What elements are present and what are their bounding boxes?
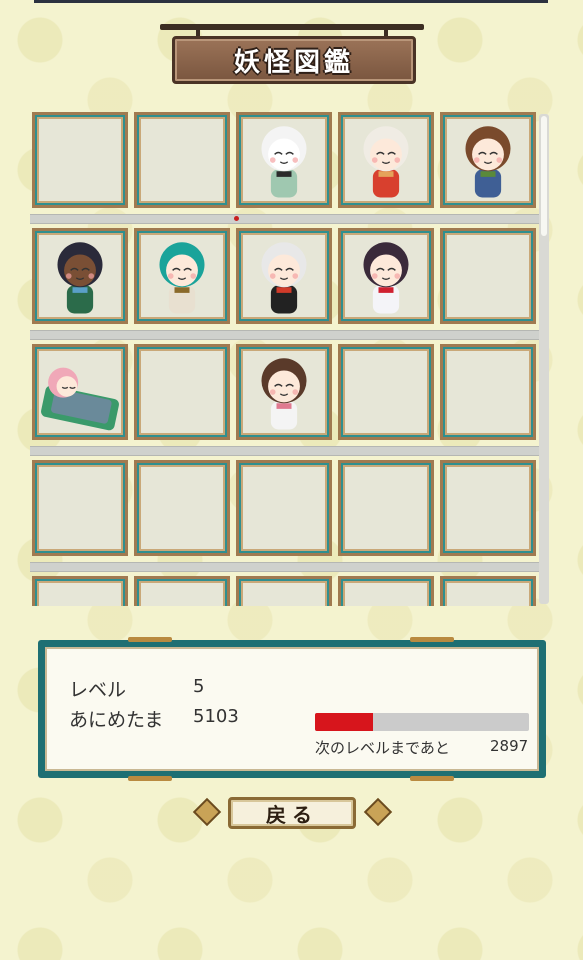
back-button-label: 戻る [266,802,318,827]
panel-ornament [410,776,454,781]
shelf-divider [30,330,540,340]
mouse-ear-yokai-portrait [261,358,307,430]
level-label: レベル [69,679,127,701]
collection-row [30,112,540,216]
status-panel: レベル 5 あにめたま 5103 次のレベルまであと 2897 [38,637,546,781]
oni-yokai-portrait [261,242,307,314]
nurse-yokai-portrait [363,242,409,314]
yokai-slot-tanuki-yokai[interactable] [440,112,536,208]
sleeping-yokai-portrait [41,367,119,431]
diamond-ornament-icon [363,797,393,827]
level-progress-fill [315,713,373,731]
collection-row [30,344,540,448]
empty-slot [134,460,230,556]
new-indicator-dot [234,216,239,221]
top-strip [34,0,548,3]
yokai-collection-grid[interactable] [30,110,542,606]
page-title: 妖怪図鑑 [233,47,354,78]
collection-row [30,228,540,332]
shelf-divider [30,214,540,224]
empty-slot [440,460,536,556]
back-button[interactable]: 戻る [228,797,356,829]
empty-slot [134,112,230,208]
shelf-divider [30,446,540,456]
empty-slot [338,344,434,440]
panel-ornament [128,637,172,642]
level-progress-bar [315,713,529,731]
empty-slot [440,344,536,440]
currency-label: あにめたま [69,709,164,731]
yokai-slot-kappa-yokai[interactable] [32,228,128,324]
empty-slot [440,576,536,606]
yokai-slot-sleeping-yokai[interactable] [32,344,128,440]
empty-slot [32,576,128,606]
empty-slot [32,460,128,556]
fox-yokai-portrait [363,126,409,198]
scrollbar-thumb[interactable] [541,116,547,236]
next-level-label: 次のレベルまであと [315,739,450,757]
kappa-yokai-portrait [57,242,103,314]
next-level-value: 2897 [490,737,529,755]
empty-slot [134,344,230,440]
empty-slot [236,460,332,556]
yokai-slot-fox-yokai[interactable] [338,112,434,208]
yokai-slot-mouse-ear-yokai[interactable] [236,344,332,440]
yokai-slot-nurse-yokai[interactable] [338,228,434,324]
empty-slot [32,112,128,208]
shelf-divider [30,562,540,572]
empty-slot [134,576,230,606]
collection-row [30,576,540,606]
empty-slot [338,576,434,606]
umbrella-yokai-portrait [261,126,307,198]
yokai-slot-green-hair-yokai[interactable] [134,228,230,324]
title-plaque: 妖怪図鑑 [172,36,416,84]
collection-row [30,460,540,564]
currency-value: 5103 [193,706,239,727]
status-panel-inner: レベル 5 あにめたま 5103 次のレベルまであと 2897 [45,647,539,771]
yokai-slot-oni-yokai[interactable] [236,228,332,324]
empty-slot [338,460,434,556]
tanuki-yokai-portrait [465,126,511,198]
diamond-ornament-icon [192,797,222,827]
empty-slot [236,576,332,606]
yokai-slot-umbrella-yokai[interactable] [236,112,332,208]
empty-slot [440,228,536,324]
green-hair-yokai-portrait [159,242,205,314]
level-value: 5 [193,676,205,697]
panel-ornament [128,776,172,781]
panel-ornament [410,637,454,642]
